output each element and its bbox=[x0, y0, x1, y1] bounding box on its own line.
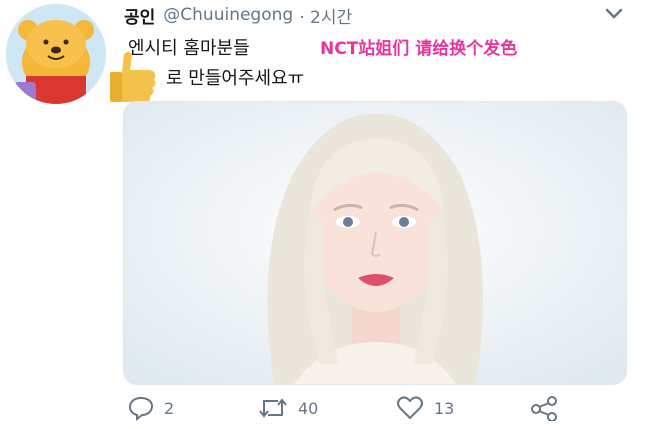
reply-icon bbox=[128, 396, 154, 421]
share-button[interactable] bbox=[530, 395, 558, 421]
timestamp[interactable]: · 2시간 bbox=[299, 3, 352, 28]
overlay-caption: NCT站姐们 请给换个发色 bbox=[320, 39, 518, 59]
share-icon bbox=[531, 396, 557, 421]
tweet-media-image[interactable] bbox=[123, 101, 627, 385]
reply-button[interactable]: 2 bbox=[128, 395, 174, 421]
heart-icon bbox=[397, 396, 423, 420]
tweet-header: 공인 @Chuuinegong · 2시간 bbox=[124, 2, 352, 28]
chevron-down-icon[interactable] bbox=[604, 6, 624, 22]
display-name[interactable]: 공인 bbox=[124, 3, 155, 28]
like-count: 13 bbox=[434, 398, 455, 418]
thumbs-up-icon bbox=[110, 52, 156, 102]
like-button[interactable]: 13 bbox=[396, 395, 454, 421]
retweet-count: 40 bbox=[298, 398, 319, 418]
retweet-icon bbox=[259, 398, 287, 418]
media-photo bbox=[124, 102, 626, 384]
avatar-image bbox=[6, 4, 106, 104]
avatar[interactable] bbox=[6, 4, 106, 104]
action-bar: 2 40 13 bbox=[0, 395, 655, 429]
reply-count: 2 bbox=[164, 398, 175, 418]
retweet-button[interactable]: 40 bbox=[258, 395, 318, 421]
tweet-text-line-2: 로 만들어주세요ㅠ bbox=[166, 68, 305, 89]
handle[interactable]: @Chuuinegong bbox=[163, 5, 293, 25]
